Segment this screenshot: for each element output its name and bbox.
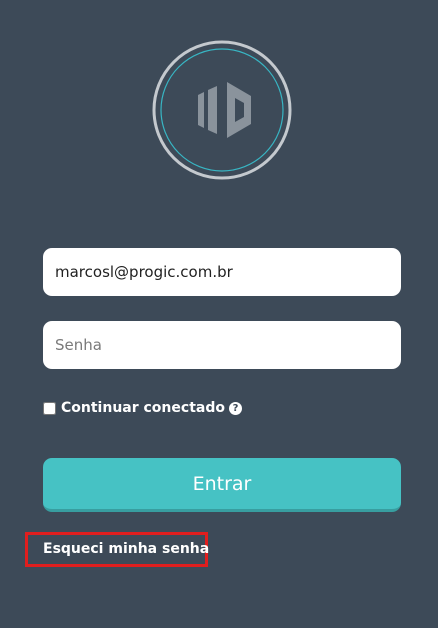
remember-me: Continuar conectado ?: [43, 398, 242, 418]
login-button[interactable]: Entrar: [43, 458, 401, 512]
remember-me-label[interactable]: Continuar conectado: [61, 400, 225, 416]
remember-me-checkbox[interactable]: [43, 401, 56, 415]
password-input[interactable]: [43, 321, 401, 369]
forgot-password-link[interactable]: Esqueci minha senha: [43, 541, 209, 557]
brand-logo-icon: [152, 40, 292, 180]
email-input[interactable]: [43, 248, 401, 296]
question-circle-icon[interactable]: ?: [228, 401, 242, 415]
